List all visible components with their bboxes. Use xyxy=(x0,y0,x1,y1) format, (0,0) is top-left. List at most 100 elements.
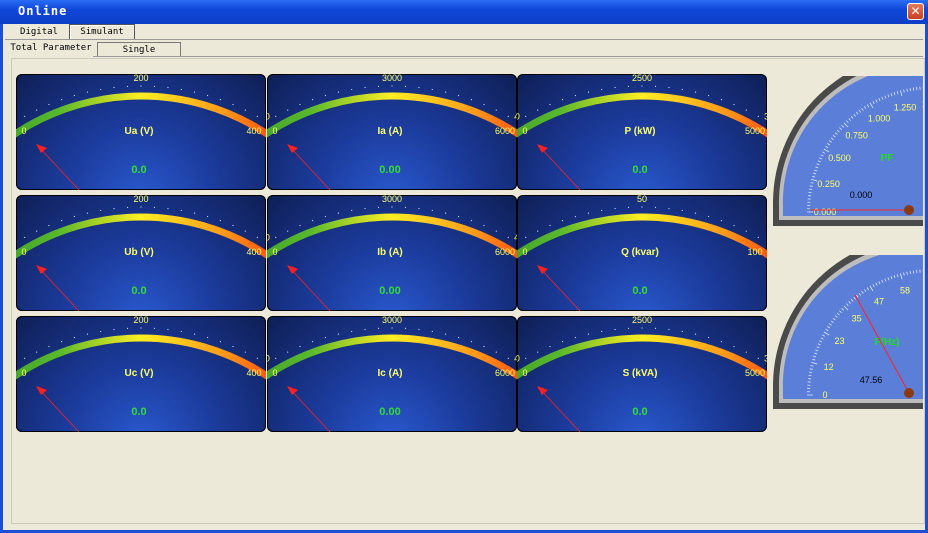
tick-dot xyxy=(287,351,289,353)
tick-dot xyxy=(694,333,697,335)
gauge-8: 0 1250 2500 3750 5000 S (kVA) 0.0 xyxy=(517,316,767,432)
tick-dot xyxy=(614,328,616,331)
tick-label: 0.500 xyxy=(828,153,851,163)
tick-dot xyxy=(324,336,327,339)
tick-label: 3750 xyxy=(764,112,767,122)
tick-label: 3000 xyxy=(382,195,402,204)
frequency-gauge: 0122335475870F(Hz)47.56 xyxy=(773,235,928,415)
gauge-5: 0255075100Q (kvar)0.0 xyxy=(517,195,767,311)
tick-dot xyxy=(654,85,657,87)
tick-label: 200 xyxy=(133,195,148,204)
tick-dot xyxy=(561,341,564,343)
tick-dot xyxy=(219,341,222,343)
tick-dot xyxy=(627,327,630,329)
tick-label: 0.250 xyxy=(817,179,840,189)
gauge-value: 47.56 xyxy=(860,375,883,385)
tab-simulant[interactable]: Simulant xyxy=(69,24,135,40)
title-bar[interactable]: Online ✕ xyxy=(0,0,928,24)
tick-dot xyxy=(153,327,156,329)
tick-label: 0 xyxy=(272,247,277,257)
gauge-value: 0.0 xyxy=(632,285,647,297)
gauge-value: 0.00 xyxy=(379,406,400,418)
tick-dot xyxy=(180,88,182,91)
tick-dot xyxy=(24,236,26,238)
tick-dot xyxy=(324,94,327,97)
tab-digital[interactable]: Digital xyxy=(11,25,67,39)
tick-dot xyxy=(483,345,485,348)
gauge-value: 0.0 xyxy=(632,406,647,418)
tick-dot xyxy=(574,336,577,339)
tab-single-parameter[interactable]: Single Parameter xyxy=(97,42,181,69)
needle-tip xyxy=(36,265,47,274)
gauge-label: S (kVA) xyxy=(623,368,658,379)
tick-dot xyxy=(525,115,527,117)
tick-dot xyxy=(73,215,76,218)
tick-dot xyxy=(244,351,246,353)
needle-tip xyxy=(36,144,47,153)
tick-dot xyxy=(364,328,366,331)
tick-dot xyxy=(681,209,683,212)
tick-dot xyxy=(219,99,222,101)
window-title: Online xyxy=(18,4,68,18)
needle-tip xyxy=(287,386,298,395)
gauge-value: 0.00 xyxy=(379,285,400,297)
tick-dot xyxy=(457,336,460,339)
pf-gauge: 0.000 0.250 0.500 0.7501.0001.250 1.500 PF 0.0… xyxy=(773,52,928,232)
tick-dot xyxy=(377,206,380,208)
tick-dot xyxy=(100,88,102,91)
tick-label: 6000 xyxy=(495,126,515,136)
needle-pivot xyxy=(904,388,914,398)
tick-dot xyxy=(299,345,301,348)
gauge-value: 0.0 xyxy=(131,406,146,418)
tick-mark xyxy=(909,271,911,275)
tick-dot xyxy=(180,330,182,333)
tick-label: 47 xyxy=(874,296,884,306)
tick-label: 0 xyxy=(272,368,277,378)
tick-dot xyxy=(404,206,407,208)
tick-dot xyxy=(275,236,277,238)
tick-dot xyxy=(391,327,393,329)
tab-total-parameter[interactable]: Total Parameter xyxy=(9,41,93,55)
close-icon[interactable]: ✕ xyxy=(907,3,924,20)
tick-dot xyxy=(561,99,564,101)
tick-dot xyxy=(745,230,747,232)
tick-dot xyxy=(495,109,497,111)
tick-dot xyxy=(86,212,89,214)
needle xyxy=(37,387,80,432)
tick-dot xyxy=(757,357,759,359)
gauge-1: 01500300045006000Ia (A)0.00 xyxy=(267,74,517,190)
tick-dot xyxy=(24,115,26,117)
dial-face xyxy=(782,249,928,399)
tick-dot xyxy=(681,88,683,91)
needle-tip xyxy=(36,386,47,395)
tick-dot xyxy=(470,99,473,101)
tick-dot xyxy=(574,215,577,218)
tick-dot xyxy=(36,230,38,232)
tick-dot xyxy=(549,224,551,227)
gauge-2: 0 1250 2500 3750 5000 P (kW) 0.0 xyxy=(517,74,767,190)
tick-label: 1500 xyxy=(267,112,270,122)
tick-dot xyxy=(418,207,420,210)
gauge-label: Q (kvar) xyxy=(621,247,659,258)
tick-label: 3750 xyxy=(764,354,767,364)
tick-label: 1500 xyxy=(267,233,270,243)
tick-dot xyxy=(733,345,735,348)
tick-dot xyxy=(745,109,747,111)
tick-dot xyxy=(351,330,353,333)
tick-dot xyxy=(244,109,246,111)
tick-dot xyxy=(193,91,196,93)
tick-dot xyxy=(275,357,277,359)
tick-label: 6000 xyxy=(495,368,515,378)
tick-dot xyxy=(126,85,129,87)
tick-dot xyxy=(720,220,723,222)
tick-dot xyxy=(36,351,38,353)
tick-label: 0.000 xyxy=(814,207,837,217)
gauge-label: PF xyxy=(881,153,894,164)
tick-dot xyxy=(404,327,407,329)
tick-dot xyxy=(641,327,643,329)
tick-dot xyxy=(537,109,539,111)
tick-label: 6000 xyxy=(495,247,515,257)
tick-dot xyxy=(244,230,246,232)
tick-dot xyxy=(668,86,670,89)
tick-label: 2500 xyxy=(632,316,652,325)
